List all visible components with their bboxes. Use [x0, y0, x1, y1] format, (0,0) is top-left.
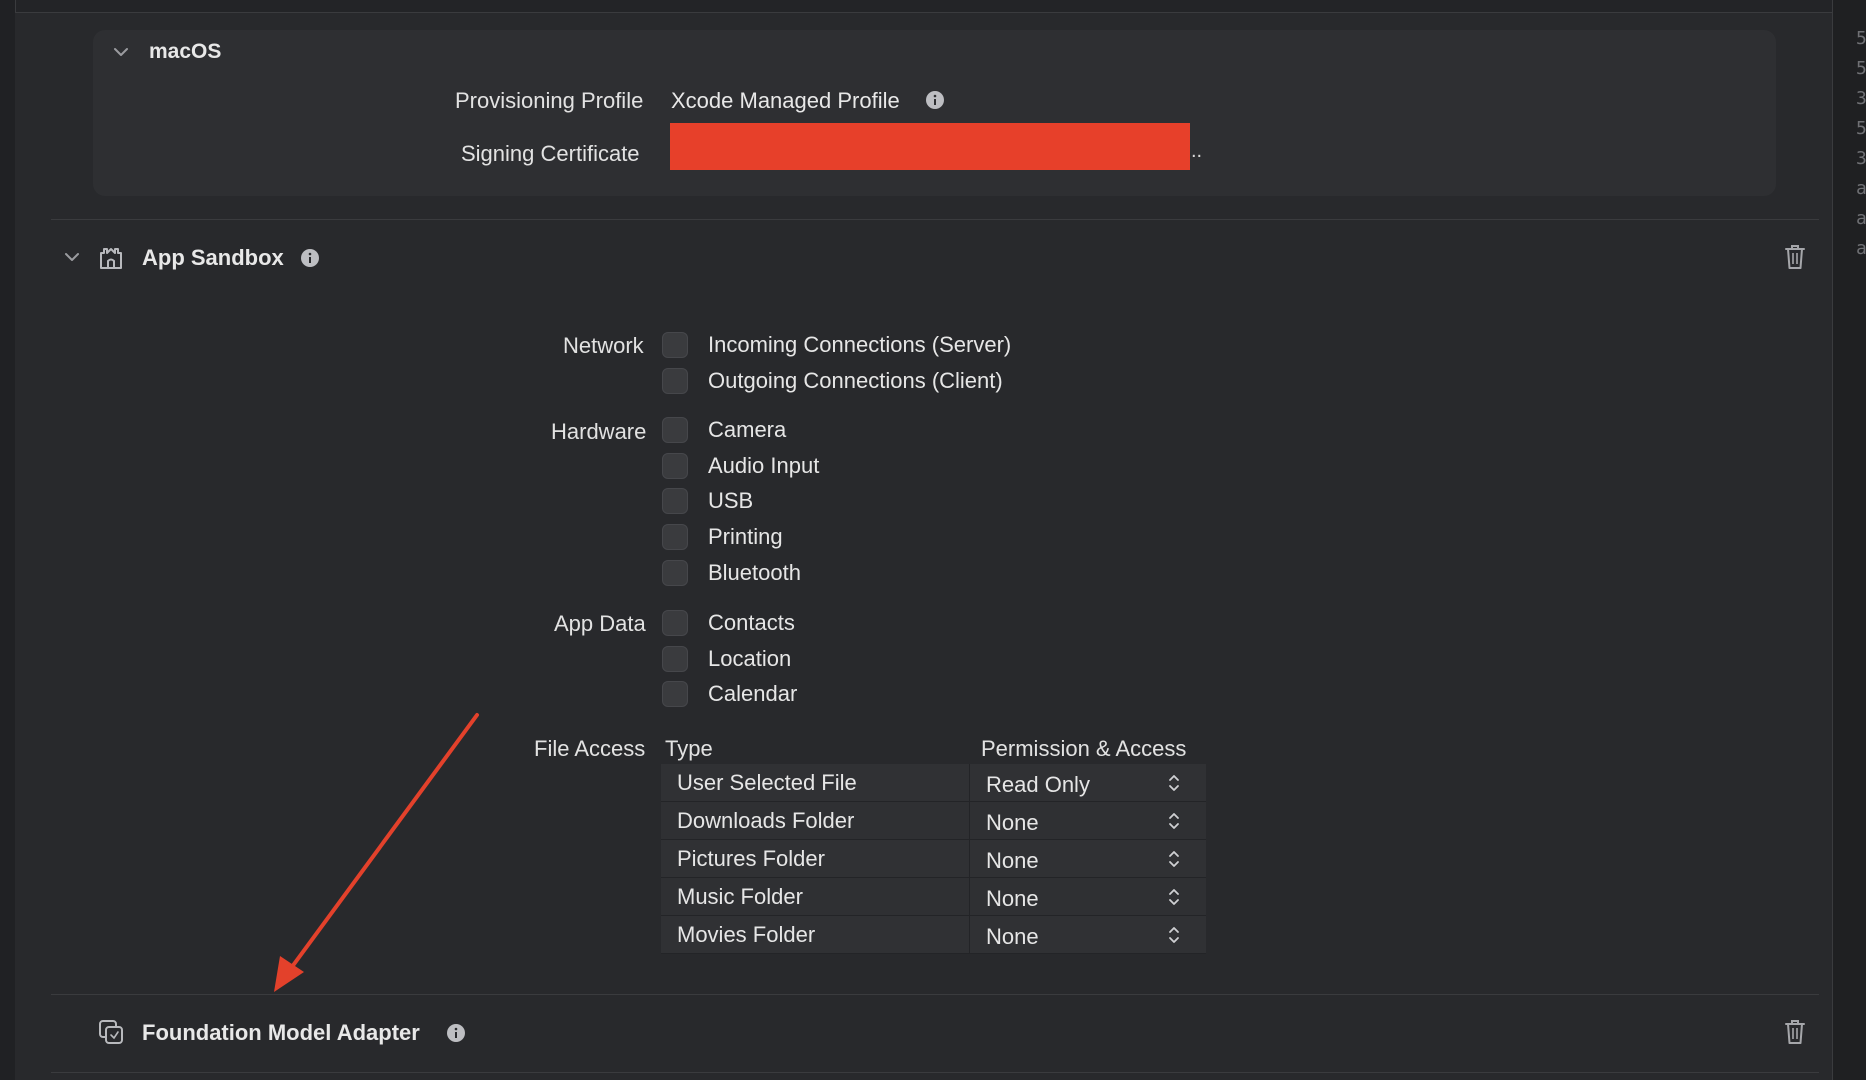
- permission-popup[interactable]: None: [986, 924, 1039, 950]
- sandbox-castle-icon: [97, 243, 125, 271]
- section-divider: [51, 219, 1819, 220]
- gutter-text: 5 5 3 5 3 a a a: [1856, 28, 1866, 259]
- checkbox[interactable]: [662, 646, 688, 672]
- file-access-table: User Selected File Read Only Downloads F…: [661, 764, 1206, 954]
- table-row: User Selected File Read Only: [661, 764, 1206, 802]
- checkbox-calendar[interactable]: Calendar: [662, 679, 797, 709]
- column-divider: [969, 878, 970, 915]
- macos-section-title: macOS: [149, 40, 222, 63]
- checkbox[interactable]: [662, 524, 688, 550]
- checkbox[interactable]: [662, 417, 688, 443]
- checkbox-outgoing-connections[interactable]: Outgoing Connections (Client): [662, 366, 1003, 396]
- column-header-type: Type: [665, 736, 713, 761]
- section-divider: [51, 1072, 1819, 1073]
- checkbox-label: Contacts: [708, 610, 795, 635]
- adapter-layers-icon: [97, 1018, 125, 1046]
- table-row: Pictures Folder None: [661, 840, 1206, 878]
- column-divider: [969, 916, 970, 953]
- hardware-label: Hardware: [551, 419, 647, 444]
- certificate-ellipsis: ..: [1191, 140, 1203, 162]
- row-type: User Selected File: [677, 770, 857, 795]
- up-down-chevron-icon[interactable]: [1167, 848, 1181, 870]
- chevron-down-icon[interactable]: [113, 44, 129, 60]
- trash-icon[interactable]: [1783, 1018, 1807, 1046]
- checkbox-printing[interactable]: Printing: [662, 522, 783, 552]
- up-down-chevron-icon[interactable]: [1167, 886, 1181, 908]
- provisioning-profile-value[interactable]: Xcode Managed Profile: [671, 88, 900, 114]
- checkbox-contacts[interactable]: Contacts: [662, 608, 795, 638]
- checkbox-label: Audio Input: [708, 453, 820, 478]
- foundation-model-adapter-title: Foundation Model Adapter: [142, 1020, 420, 1045]
- up-down-chevron-icon[interactable]: [1167, 772, 1181, 794]
- macos-signing-card: [93, 30, 1776, 196]
- network-label: Network: [563, 333, 644, 358]
- checkbox-camera[interactable]: Camera: [662, 415, 786, 445]
- app-data-label: App Data: [554, 611, 646, 636]
- checkbox-incoming-connections[interactable]: Incoming Connections (Server): [662, 330, 1011, 360]
- checkbox[interactable]: [662, 332, 688, 358]
- permission-popup[interactable]: None: [986, 886, 1039, 912]
- permission-popup[interactable]: None: [986, 848, 1039, 874]
- checkbox-label: Printing: [708, 524, 783, 549]
- trash-icon[interactable]: [1783, 243, 1807, 271]
- chevron-down-icon[interactable]: [64, 249, 80, 265]
- checkbox[interactable]: [662, 453, 688, 479]
- row-type: Pictures Folder: [677, 846, 825, 871]
- table-row: Downloads Folder None: [661, 802, 1206, 840]
- column-header-permission: Permission & Access: [981, 736, 1187, 761]
- column-divider: [969, 764, 970, 801]
- left-edge: [0, 0, 16, 1080]
- table-row: Movies Folder None: [661, 916, 1206, 954]
- row-type: Music Folder: [677, 884, 803, 909]
- top-border: [0, 0, 1866, 13]
- info-icon[interactable]: [446, 1023, 466, 1043]
- row-type: Movies Folder: [677, 922, 816, 947]
- checkbox-location[interactable]: Location: [662, 644, 791, 674]
- annotation-arrow: [274, 713, 479, 992]
- checkbox[interactable]: [662, 681, 688, 707]
- row-type: Downloads Folder: [677, 808, 855, 833]
- redacted-certificate-value: [670, 123, 1190, 170]
- permission-popup[interactable]: None: [986, 810, 1039, 836]
- checkbox-label: Camera: [708, 417, 787, 442]
- checkbox[interactable]: [662, 560, 688, 586]
- checkbox-bluetooth[interactable]: Bluetooth: [662, 558, 801, 588]
- checkbox-label: Bluetooth: [708, 560, 801, 585]
- checkbox[interactable]: [662, 488, 688, 514]
- checkbox-label: Location: [708, 646, 792, 671]
- checkbox-audio-input[interactable]: Audio Input: [662, 451, 819, 481]
- checkbox-label: USB: [708, 488, 754, 513]
- table-row: Music Folder None: [661, 878, 1206, 916]
- checkbox-label: Incoming Connections (Server): [708, 332, 1012, 357]
- column-divider: [969, 802, 970, 839]
- permission-popup[interactable]: Read Only: [986, 772, 1090, 798]
- checkbox-label: Outgoing Connections (Client): [708, 368, 1003, 393]
- section-divider: [51, 994, 1819, 995]
- checkbox-label: Calendar: [708, 681, 798, 706]
- app-sandbox-title: App Sandbox: [142, 245, 284, 270]
- provisioning-profile-label: Provisioning Profile: [455, 88, 644, 113]
- info-icon[interactable]: [300, 248, 320, 268]
- checkbox[interactable]: [662, 368, 688, 394]
- signing-certificate-label: Signing Certificate: [461, 141, 640, 166]
- up-down-chevron-icon[interactable]: [1167, 810, 1181, 832]
- column-divider: [969, 840, 970, 877]
- checkbox[interactable]: [662, 610, 688, 636]
- info-icon[interactable]: [925, 90, 945, 110]
- up-down-chevron-icon[interactable]: [1167, 924, 1181, 946]
- xcode-window: 5 5 3 5 3 a a a macOS Provisioning Profi…: [0, 0, 1866, 1080]
- checkbox-usb[interactable]: USB: [662, 486, 753, 516]
- file-access-label: File Access: [534, 736, 646, 761]
